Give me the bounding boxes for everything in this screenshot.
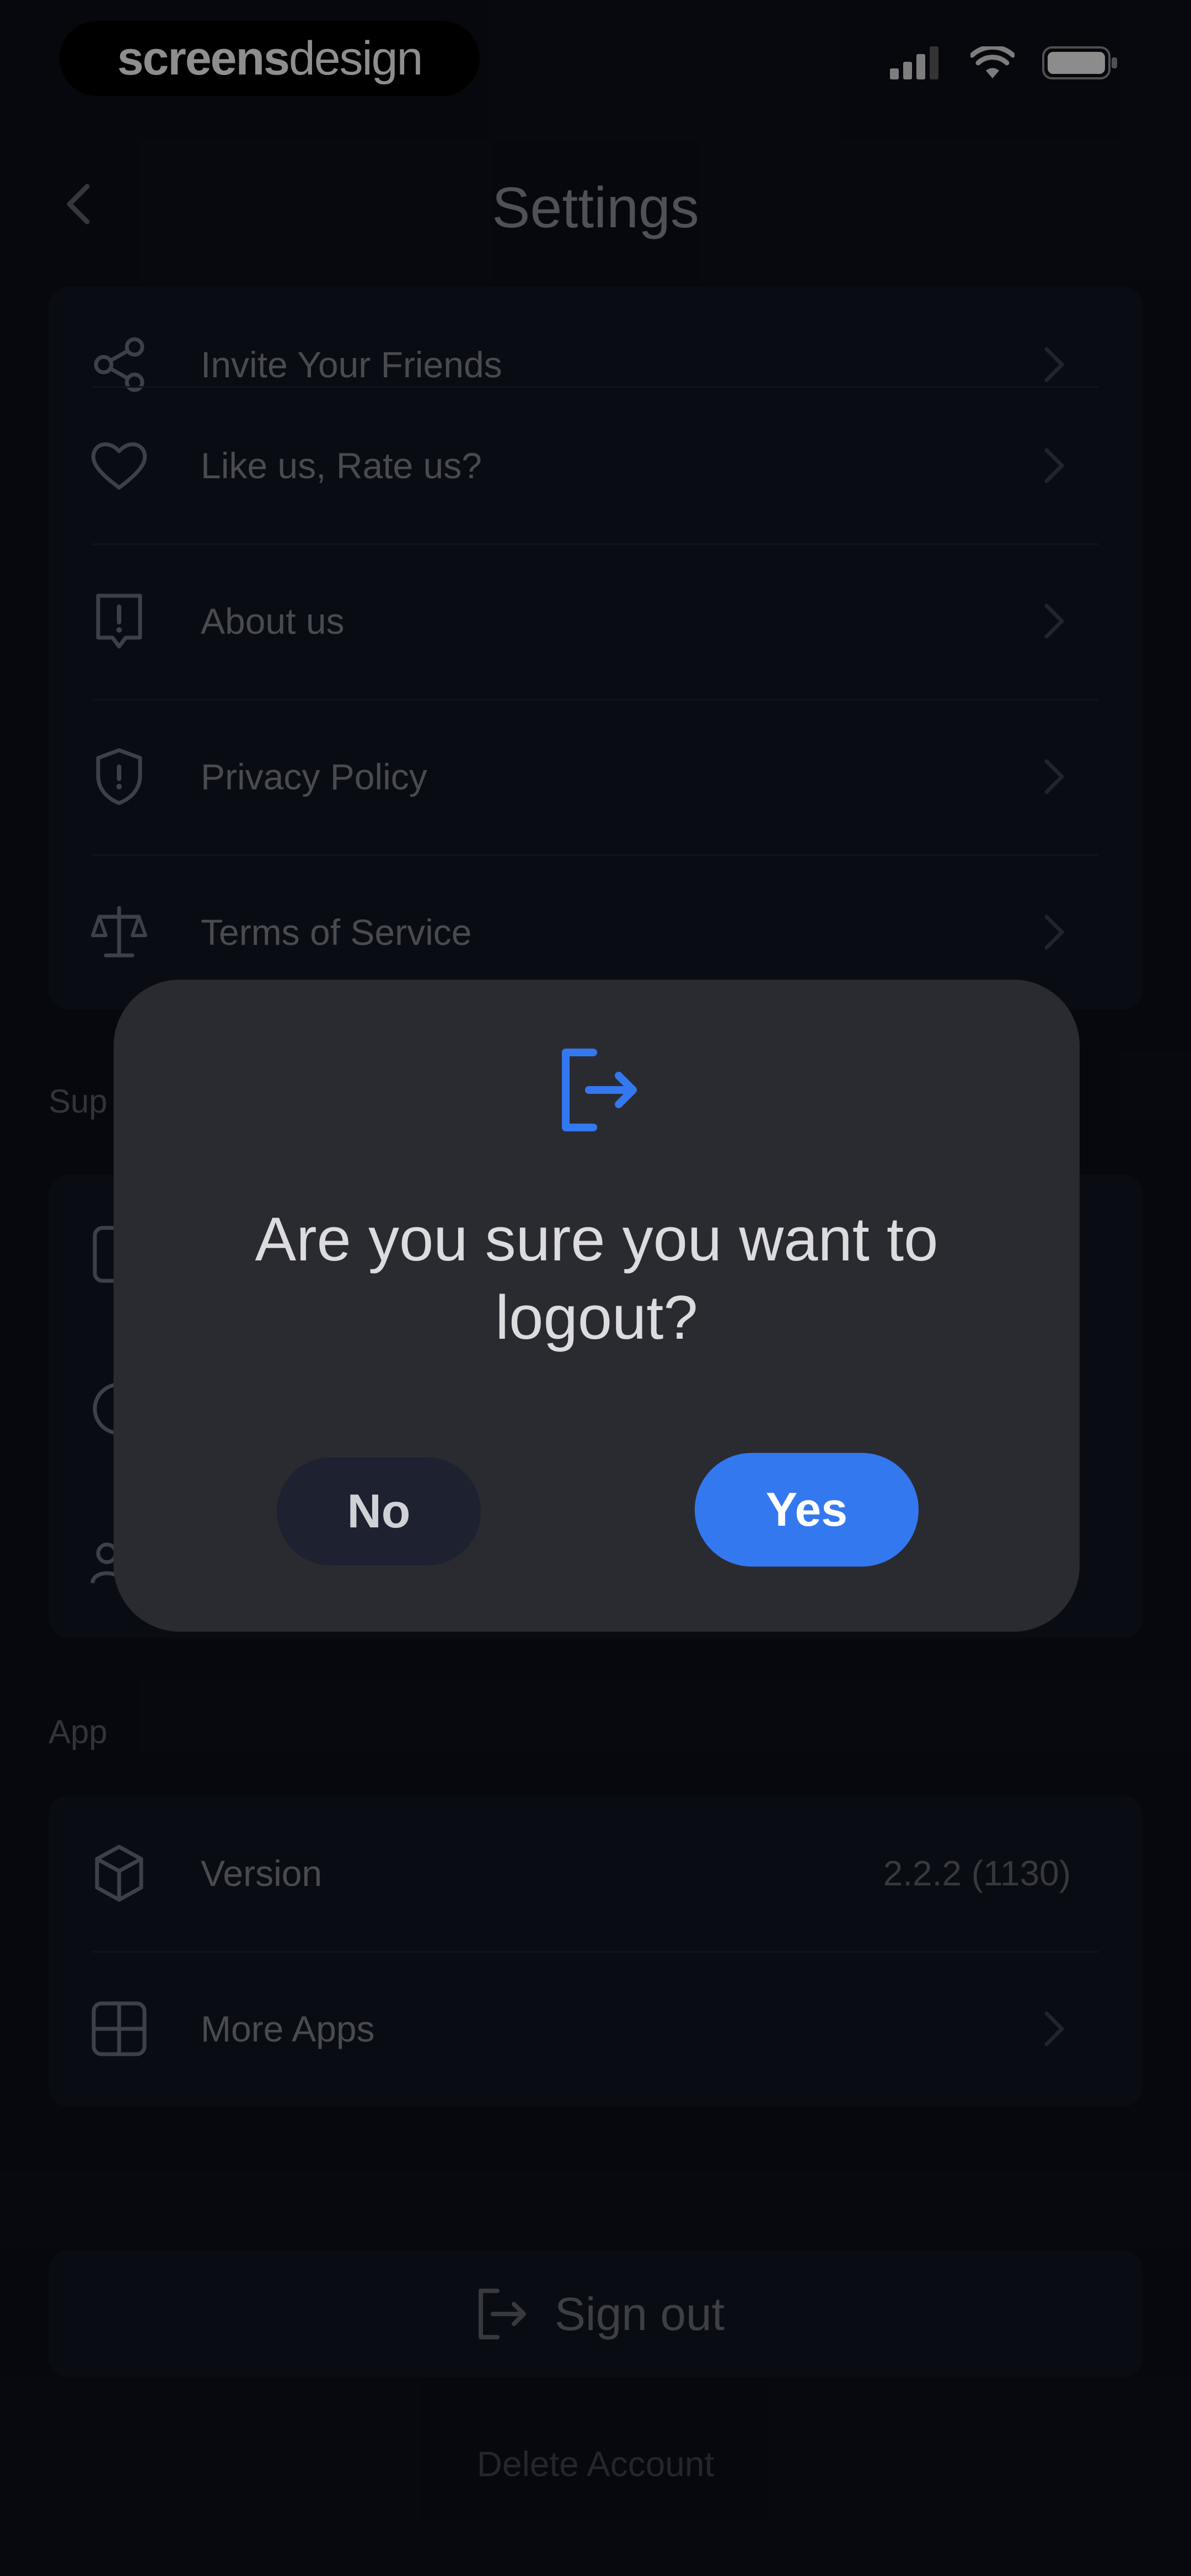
logout-icon	[562, 1049, 637, 1131]
yes-button[interactable]: Yes	[695, 1453, 919, 1567]
no-button[interactable]: No	[277, 1457, 481, 1565]
logout-dialog: Are you sure you want to logout? No Yes	[114, 980, 1080, 1632]
dialog-message: Are you sure you want to logout?	[255, 1205, 938, 1352]
